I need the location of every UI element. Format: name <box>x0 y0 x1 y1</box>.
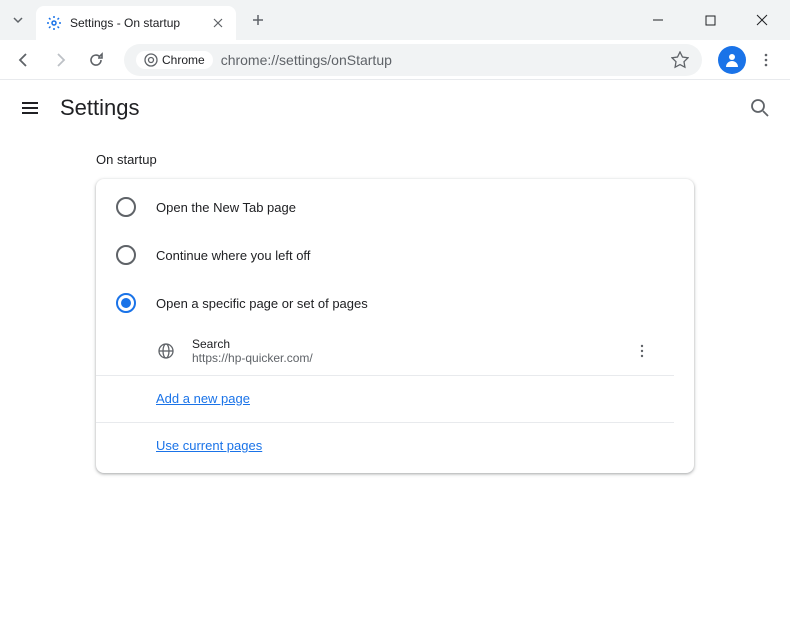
section-title: On startup <box>96 152 694 167</box>
radio-label: Open a specific page or set of pages <box>156 296 368 311</box>
settings-icon <box>46 15 62 31</box>
reload-button[interactable] <box>80 44 112 76</box>
profile-button[interactable] <box>718 46 746 74</box>
radio-label: Continue where you left off <box>156 248 310 263</box>
tab-search-button[interactable] <box>8 10 28 30</box>
chip-label: Chrome <box>162 53 205 67</box>
radio-icon <box>116 245 136 265</box>
page-options-button[interactable] <box>630 339 654 363</box>
url-text: chrome://settings/onStartup <box>221 52 662 68</box>
radio-label: Open the New Tab page <box>156 200 296 215</box>
use-current-row: Use current pages <box>96 423 674 469</box>
tab-title: Settings - On startup <box>70 16 202 30</box>
globe-icon <box>156 341 176 361</box>
chrome-menu-button[interactable] <box>750 44 782 76</box>
minimize-button[interactable] <box>638 5 678 35</box>
browser-tab[interactable]: Settings - On startup <box>36 6 236 40</box>
page-info: Search https://hp-quicker.com/ <box>192 337 614 365</box>
maximize-button[interactable] <box>690 5 730 35</box>
menu-icon[interactable] <box>20 98 40 118</box>
address-bar[interactable]: Chrome chrome://settings/onStartup <box>124 44 702 76</box>
page-name: Search <box>192 337 614 351</box>
chrome-icon <box>144 53 158 67</box>
add-page-row: Add a new page <box>96 376 674 423</box>
new-tab-button[interactable] <box>244 6 272 34</box>
radio-option-new-tab[interactable]: Open the New Tab page <box>96 183 694 231</box>
close-window-button[interactable] <box>742 5 782 35</box>
content-area: On startup Open the New Tab page Continu… <box>0 136 790 489</box>
toolbar: Chrome chrome://settings/onStartup <box>0 40 790 80</box>
title-bar: Settings - On startup <box>0 0 790 40</box>
back-button[interactable] <box>8 44 40 76</box>
search-button[interactable] <box>750 98 770 118</box>
window-controls <box>638 5 782 35</box>
bookmark-button[interactable] <box>670 50 690 70</box>
page-title: Settings <box>60 95 140 121</box>
startup-card: Open the New Tab page Continue where you… <box>96 179 694 473</box>
use-current-pages-link[interactable]: Use current pages <box>156 438 262 453</box>
startup-page-entry: Search https://hp-quicker.com/ <box>96 327 674 376</box>
site-chip[interactable]: Chrome <box>136 51 213 69</box>
radio-icon <box>116 293 136 313</box>
radio-option-specific-pages[interactable]: Open a specific page or set of pages <box>96 279 694 327</box>
add-new-page-link[interactable]: Add a new page <box>156 391 250 406</box>
radio-icon <box>116 197 136 217</box>
page-url: https://hp-quicker.com/ <box>192 351 614 365</box>
page-header: Settings <box>0 80 790 136</box>
forward-button[interactable] <box>44 44 76 76</box>
radio-option-continue[interactable]: Continue where you left off <box>96 231 694 279</box>
close-tab-button[interactable] <box>210 15 226 31</box>
